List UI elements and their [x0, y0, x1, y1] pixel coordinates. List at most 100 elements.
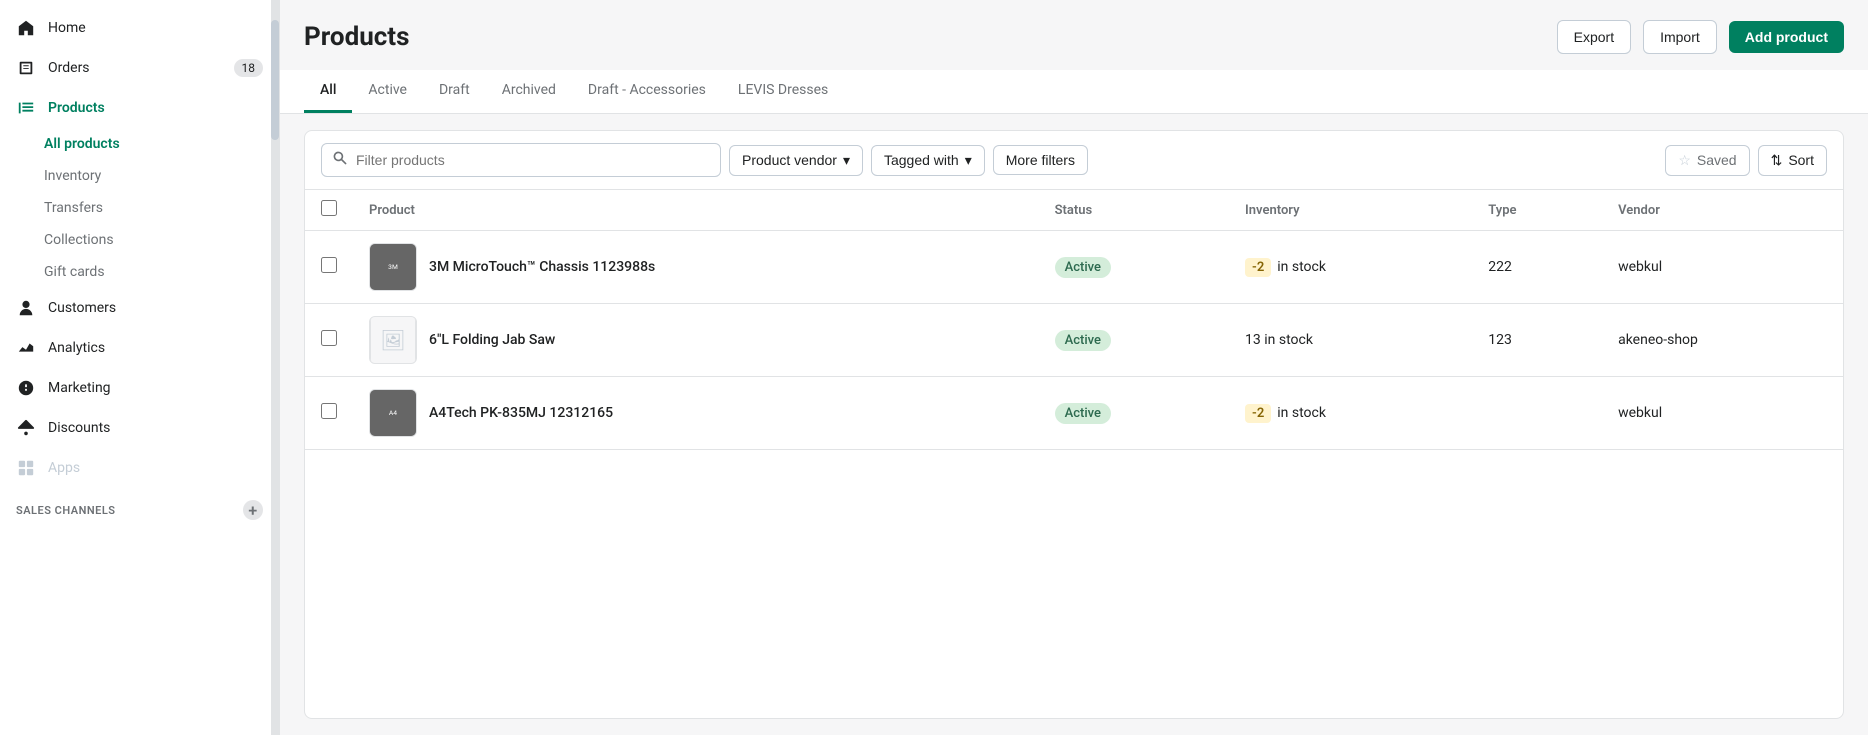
product-column-header: Product [353, 190, 1039, 231]
status-badge: Active [1055, 257, 1111, 278]
product-name: 3M MicroTouch™ Chassis 1123988s [429, 259, 655, 275]
tab-all[interactable]: All [304, 70, 352, 113]
status-badge: Active [1055, 330, 1111, 351]
tab-draft-accessories[interactable]: Draft - Accessories [572, 70, 722, 113]
type-cell [1472, 377, 1602, 450]
filters-bar: Product vendor ▾ Tagged with ▾ More filt… [305, 131, 1843, 190]
vendor-cell: akeneo-shop [1602, 304, 1843, 377]
saved-button[interactable]: ☆ Saved [1665, 145, 1749, 176]
add-sales-channel-button[interactable]: + [243, 500, 263, 520]
select-all-checkbox[interactable] [321, 200, 337, 216]
row-checkbox[interactable] [321, 403, 337, 419]
sidebar-item-discounts[interactable]: Discounts [0, 408, 279, 448]
import-button[interactable]: Import [1643, 20, 1717, 54]
header-actions: Export Import Add product [1557, 20, 1844, 54]
inventory-cell: -2 in stock [1229, 377, 1472, 450]
sidebar-item-apps[interactable]: Apps [0, 448, 279, 488]
tab-levis-dresses[interactable]: LEVIS Dresses [722, 70, 844, 113]
product-info: 🖼 6"L Folding Jab Saw [369, 316, 1023, 364]
sidebar-subitem-inventory[interactable]: Inventory [0, 160, 279, 192]
sidebar-scrollbar[interactable] [271, 0, 279, 735]
products-table-container: Product Status Inventory Type Vendor 3M … [305, 190, 1843, 718]
page-header: Products Export Import Add product [280, 0, 1868, 70]
table-row[interactable]: A4 A4Tech PK-835MJ 12312165 Active -2 in… [305, 377, 1843, 450]
sidebar-subitem-collections[interactable]: Collections [0, 224, 279, 256]
sidebar-item-analytics[interactable]: Analytics [0, 328, 279, 368]
product-info: A4 A4Tech PK-835MJ 12312165 [369, 389, 1023, 437]
tab-archived[interactable]: Archived [486, 70, 572, 113]
export-button[interactable]: Export [1557, 20, 1631, 54]
table-row[interactable]: 🖼 6"L Folding Jab Saw Active 13 in stock1… [305, 304, 1843, 377]
sidebar-item-orders[interactable]: Orders 18 [0, 48, 279, 88]
main-content: Products Export Import Add product All A… [280, 0, 1868, 735]
page-title: Products [304, 22, 409, 52]
product-cell: 3M 3M MicroTouch™ Chassis 1123988s [353, 231, 1039, 304]
sort-icon: ⇅ [1771, 152, 1783, 169]
sidebar-subitem-gift-cards[interactable]: Gift cards [0, 256, 279, 288]
customers-icon [16, 298, 36, 318]
row-checkbox-cell [305, 231, 353, 304]
row-checkbox[interactable] [321, 257, 337, 273]
status-cell: Active [1039, 377, 1229, 450]
type-cell: 123 [1472, 304, 1602, 377]
inventory-cell: -2 in stock [1229, 231, 1472, 304]
more-filters-button[interactable]: More filters [993, 145, 1088, 175]
row-checkbox-cell [305, 304, 353, 377]
svg-text:3M: 3M [388, 263, 398, 271]
tab-active[interactable]: Active [352, 70, 423, 113]
sidebar-item-apps-label: Apps [48, 460, 80, 476]
analytics-icon [16, 338, 36, 358]
vendor-cell: webkul [1602, 377, 1843, 450]
product-cell: A4 A4Tech PK-835MJ 12312165 [353, 377, 1039, 450]
product-thumbnail: 🖼 [369, 316, 417, 364]
orders-icon [16, 58, 36, 78]
products-table: Product Status Inventory Type Vendor 3M … [305, 190, 1843, 450]
select-all-header[interactable] [305, 190, 353, 231]
search-icon [332, 150, 348, 170]
tab-draft[interactable]: Draft [423, 70, 486, 113]
product-info: 3M 3M MicroTouch™ Chassis 1123988s [369, 243, 1023, 291]
products-table-card: Product vendor ▾ Tagged with ▾ More filt… [304, 130, 1844, 719]
sidebar-item-marketing[interactable]: Marketing [0, 368, 279, 408]
sidebar-item-customers[interactable]: Customers [0, 288, 279, 328]
sidebar-item-products[interactable]: Products [0, 88, 279, 128]
home-icon [16, 18, 36, 38]
chevron-down-icon: ▾ [843, 152, 850, 169]
product-thumbnail: 3M [369, 243, 417, 291]
vendor-column-header: Vendor [1602, 190, 1843, 231]
apps-icon [16, 458, 36, 478]
discounts-icon [16, 418, 36, 438]
inventory-badge: -2 [1245, 404, 1271, 423]
sort-button[interactable]: ⇅ Sort [1758, 145, 1827, 176]
inventory-cell: 13 in stock [1229, 304, 1472, 377]
add-product-button[interactable]: Add product [1729, 21, 1844, 53]
table-row[interactable]: 3M 3M MicroTouch™ Chassis 1123988s Activ… [305, 231, 1843, 304]
type-column-header: Type [1472, 190, 1602, 231]
status-column-header: Status [1039, 190, 1229, 231]
tagged-with-filter[interactable]: Tagged with ▾ [871, 145, 985, 176]
sidebar-subitem-all-products[interactable]: All products [0, 128, 279, 160]
product-thumbnail: A4 [369, 389, 417, 437]
product-name: A4Tech PK-835MJ 12312165 [429, 405, 613, 421]
sales-channels-header: SALES CHANNELS + [0, 488, 279, 526]
status-badge: Active [1055, 403, 1111, 424]
sidebar-item-home[interactable]: Home [0, 8, 279, 48]
sidebar: Home Orders 18 Products All products Inv… [0, 0, 280, 735]
status-cell: Active [1039, 304, 1229, 377]
search-input[interactable] [356, 152, 710, 168]
sidebar-subitem-transfers[interactable]: Transfers [0, 192, 279, 224]
product-name: 6"L Folding Jab Saw [429, 332, 555, 348]
inventory-info: -2 in stock [1245, 404, 1456, 423]
inventory-column-header: Inventory [1229, 190, 1472, 231]
search-box[interactable] [321, 143, 721, 177]
tabs-bar: All Active Draft Archived Draft - Access… [280, 70, 1868, 114]
product-vendor-filter[interactable]: Product vendor ▾ [729, 145, 863, 176]
marketing-icon [16, 378, 36, 398]
sidebar-item-orders-label: Orders [48, 60, 90, 76]
row-checkbox[interactable] [321, 330, 337, 346]
row-checkbox-cell [305, 377, 353, 450]
inventory-info: -2 in stock [1245, 258, 1456, 277]
sidebar-item-analytics-label: Analytics [48, 340, 105, 356]
sidebar-item-products-label: Products [48, 100, 105, 116]
vendor-cell: webkul [1602, 231, 1843, 304]
